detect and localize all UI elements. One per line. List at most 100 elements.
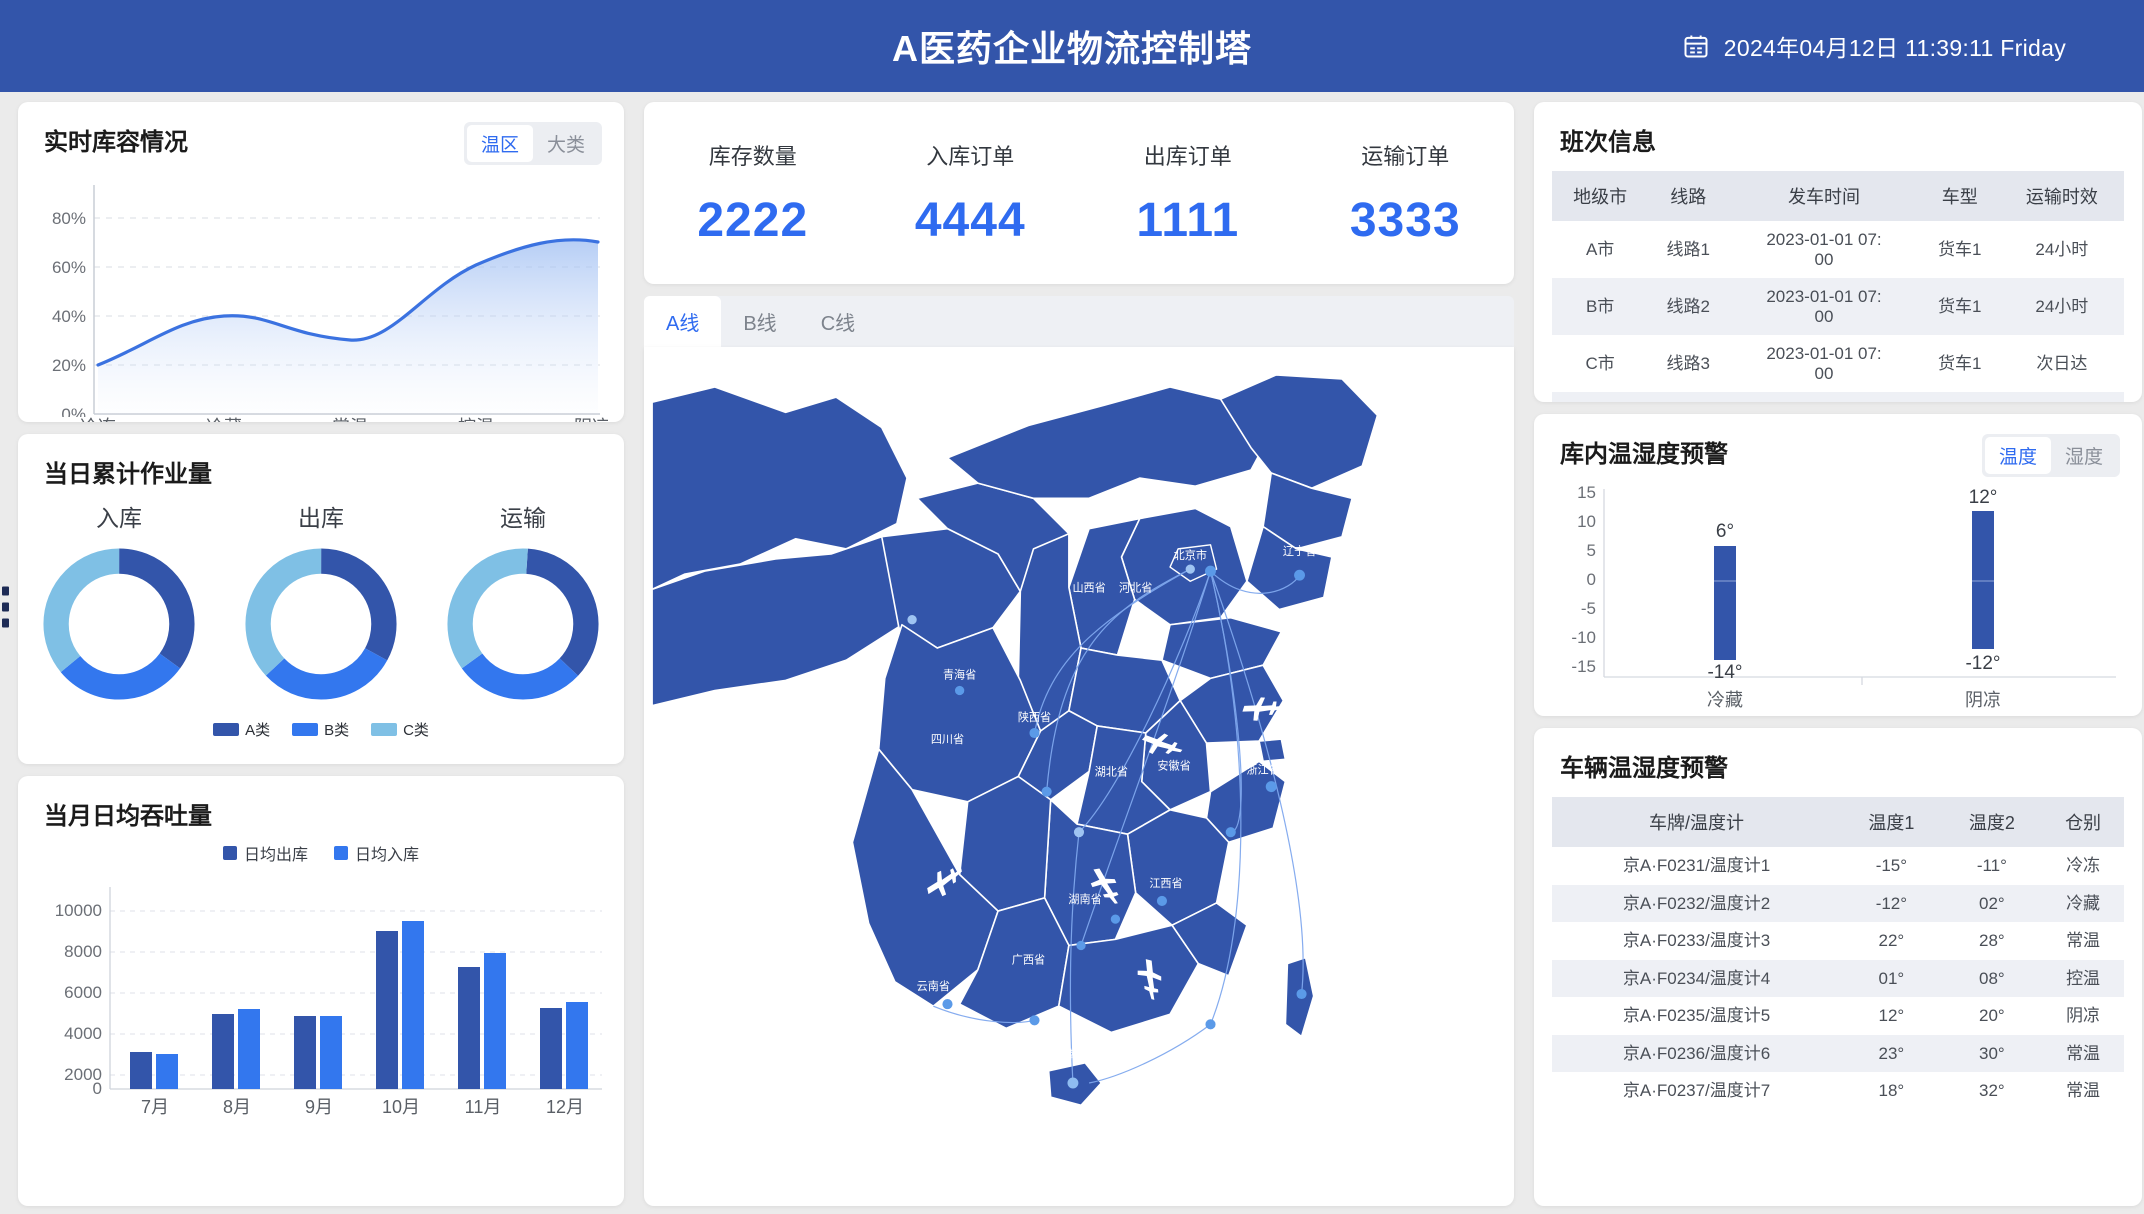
vehicle-temp-table: 车牌/温度计 温度1 温度2 仓别 京A·F0231/温度计1 -15° -11… [1552, 797, 2124, 1110]
cell-zone: 常温 [2066, 1043, 2101, 1063]
svg-text:陕西省: 陕西省 [1018, 710, 1051, 724]
donut-inbound: 入库 [36, 499, 202, 707]
donut-outbound: 出库 [238, 499, 404, 707]
col-plate: 车牌/温度计 [1552, 797, 1842, 847]
shift-table-body: A市 线路1 2023-01-01 07: 00 货车1 24小时 B市 线路2 … [1552, 221, 2124, 402]
svg-text:-12°: -12° [1965, 653, 2000, 674]
cell-plate: 京A·F0235/温度计5 [1622, 1006, 1771, 1026]
capacity-toggle-wenqu[interactable]: 温区 [466, 125, 533, 162]
table-row[interactable]: C市 线路3 2023-01-01 07: 00 货车1 次日达 [1552, 335, 2124, 392]
table-row[interactable]: 京A·F0234/温度计4 01° 08° 控温 [1552, 959, 2124, 998]
legend-item-inbound[interactable]: 日均入库 [334, 841, 419, 865]
svg-text:安徽省: 安徽省 [1157, 758, 1190, 772]
whtemp-toggle[interactable]: 温度 湿度 [1981, 434, 2120, 477]
cell-vehicle: 货车1 [1938, 296, 1982, 316]
svg-text:-5: -5 [1581, 599, 1596, 618]
svg-text:6000: 6000 [64, 983, 102, 1002]
legend-item-a[interactable]: A类 [213, 719, 270, 740]
svg-text:5: 5 [1587, 541, 1596, 560]
table-row[interactable]: A市 线路1 2023-01-01 07: 00 货车1 24小时 [1552, 221, 2124, 278]
cell-sla: 次日达 [2000, 392, 2124, 402]
svg-text:湖北省: 湖北省 [1095, 765, 1128, 778]
page-title: A医药企业物流控制塔 [892, 28, 1252, 69]
table-row[interactable]: 京A·F0237/温度计7 18° 32° 常温 [1552, 1072, 2124, 1110]
col-route: 线路 [1648, 171, 1729, 221]
col-temp2: 温度2 [1941, 797, 2043, 847]
table-header-row: 地级市 线路 发车时间 车型 运输时效 [1552, 171, 2124, 221]
donut-chart [447, 548, 599, 700]
cell-plate: 京A·F0231/温度计1 [1622, 856, 1771, 875]
col-depart: 发车时间 [1728, 171, 1920, 221]
table-row[interactable]: 京A·F0236/温度计6 23° 30° 常温 [1552, 1034, 2124, 1073]
tab-route-c[interactable]: C线 [799, 296, 877, 347]
legend-swatch-c [371, 723, 398, 736]
cell-depart: 2023-01-01 07:00 [1728, 392, 1920, 402]
capacity-toggle[interactable]: 温区 大类 [463, 122, 602, 165]
legend-swatch-outbound [222, 846, 237, 860]
depart-line2: 00 [1814, 249, 1834, 269]
cell-temp2: -11° [1976, 856, 2007, 875]
svg-text:8000: 8000 [64, 942, 102, 961]
legend-item-c[interactable]: C类 [371, 719, 429, 740]
kpi-outbound-orders: 出库订单 1111 [1079, 139, 1297, 248]
table-row[interactable]: 京A·F0235/温度计5 12° 20° 阴凉 [1552, 997, 2124, 1035]
svg-text:冷藏: 冷藏 [1707, 690, 1743, 710]
cell-zone: 常温 [2066, 931, 2101, 951]
cell-temp1: 23° [1878, 1043, 1905, 1063]
cell-depart: 2023-01-01 07:00 [1728, 221, 1920, 278]
dashboard-root: A医药企业物流控制塔 2024年04月12日 11:39:11 Friday 实… [0, 0, 2144, 1214]
table-row[interactable]: B市 线路2 2023-01-01 07: 00 货车1 24小时 [1552, 278, 2124, 336]
legend-item-b[interactable]: B类 [292, 719, 349, 740]
vehicle-temp-table-body: 京A·F0231/温度计1 -15° -11° 冷冻 京A·F0232/温度计2… [1552, 847, 2124, 1110]
card-vehicle-temp-alert: 车辆温湿度预警 车牌/温度计 温度1 温度2 仓别 京A·F0231/温度计1 … [1534, 728, 2142, 1206]
whtemp-toggle-temperature[interactable]: 温度 [1984, 437, 2051, 474]
svg-text:-10: -10 [1571, 628, 1596, 647]
cell-zone: 常温 [2066, 1081, 2101, 1101]
svg-text:浙江省: 浙江省 [1246, 763, 1279, 776]
kpi-value: 4444 [914, 193, 1026, 247]
legend-item-outbound[interactable]: 日均出库 [222, 841, 308, 865]
cell-temp1: 18° [1878, 1081, 1905, 1101]
legend-swatch-b [292, 723, 319, 736]
table-row[interactable]: 京A·F0233/温度计3 22° 28° 常温 [1552, 922, 2124, 960]
svg-text:20%: 20% [52, 356, 86, 375]
col-zone: 仓别 [2042, 797, 2124, 847]
cell-route: 线路1 [1666, 239, 1710, 259]
cell-city: C市 [1585, 353, 1615, 373]
svg-text:控温: 控温 [458, 417, 494, 422]
cell-route: 线路2 [1666, 296, 1710, 316]
tab-route-a[interactable]: A线 [644, 296, 722, 347]
table-row[interactable]: D市 线路4 2023-01-01 07:00 货车1 次日达 [1552, 392, 2124, 402]
cell-route: 线路4 [1648, 392, 1728, 402]
table-row[interactable]: 京A·F0232/温度计2 -12° 02° 冷藏 [1552, 884, 2124, 923]
donut-chart [43, 548, 195, 700]
whtemp-toggle-humidity[interactable]: 湿度 [2051, 437, 2117, 474]
cell-depart: 2023-01-01 07:00 [1728, 278, 1920, 335]
china-route-map[interactable]: 辽宁省 北京市 河北省 山西省 青海省 陕西省 四川省 湖北省 安徽省 浙江省 … [644, 347, 1514, 1206]
svg-text:-14°: -14° [1707, 662, 1742, 683]
header-datetime: 2024年04月12日 11:39:11 Friday [1723, 35, 2066, 61]
cell-temp2: 02° [1979, 893, 2005, 913]
capacity-toggle-dalei[interactable]: 大类 [533, 125, 599, 162]
svg-text:0%: 0% [61, 405, 86, 417]
cell-temp1: -15° [1875, 856, 1908, 875]
svg-text:阴凉: 阴凉 [1965, 690, 2001, 710]
donut-label: 入库 [96, 505, 142, 531]
svg-text:12°: 12° [1969, 487, 1998, 508]
svg-text:广西省: 广西省 [1012, 954, 1045, 967]
svg-text:南: 南 [1065, 1049, 1076, 1062]
cell-vehicle: 货车1 [1938, 353, 1982, 373]
dashboard-grid: 实时库容情况 温区 大类 0% 20% 40% 60% 80% 当日累计作业量 … [0, 92, 2144, 1214]
depart-line2: 00 [1814, 363, 1834, 383]
table-row[interactable]: 京A·F0231/温度计1 -15° -11° 冷冻 [1552, 847, 2124, 885]
cell-sla: 次日达 [2036, 353, 2088, 373]
svg-text:常温: 常温 [332, 417, 368, 422]
depart-line1: 2023-01-01 07: [1766, 230, 1882, 249]
tab-route-b[interactable]: B线 [721, 296, 798, 347]
whtemp-range-chart: 15 10 5 0 -5 -10 -15 6° -14° 12° -12° 冷藏… [1542, 479, 2130, 716]
svg-text:6°: 6° [1716, 521, 1734, 542]
svg-text:冷藏: 冷藏 [206, 417, 242, 422]
depart-line1: 2023-01-01 07: [1766, 287, 1882, 307]
calendar-icon [1682, 32, 1710, 60]
svg-text:2000: 2000 [64, 1065, 102, 1084]
